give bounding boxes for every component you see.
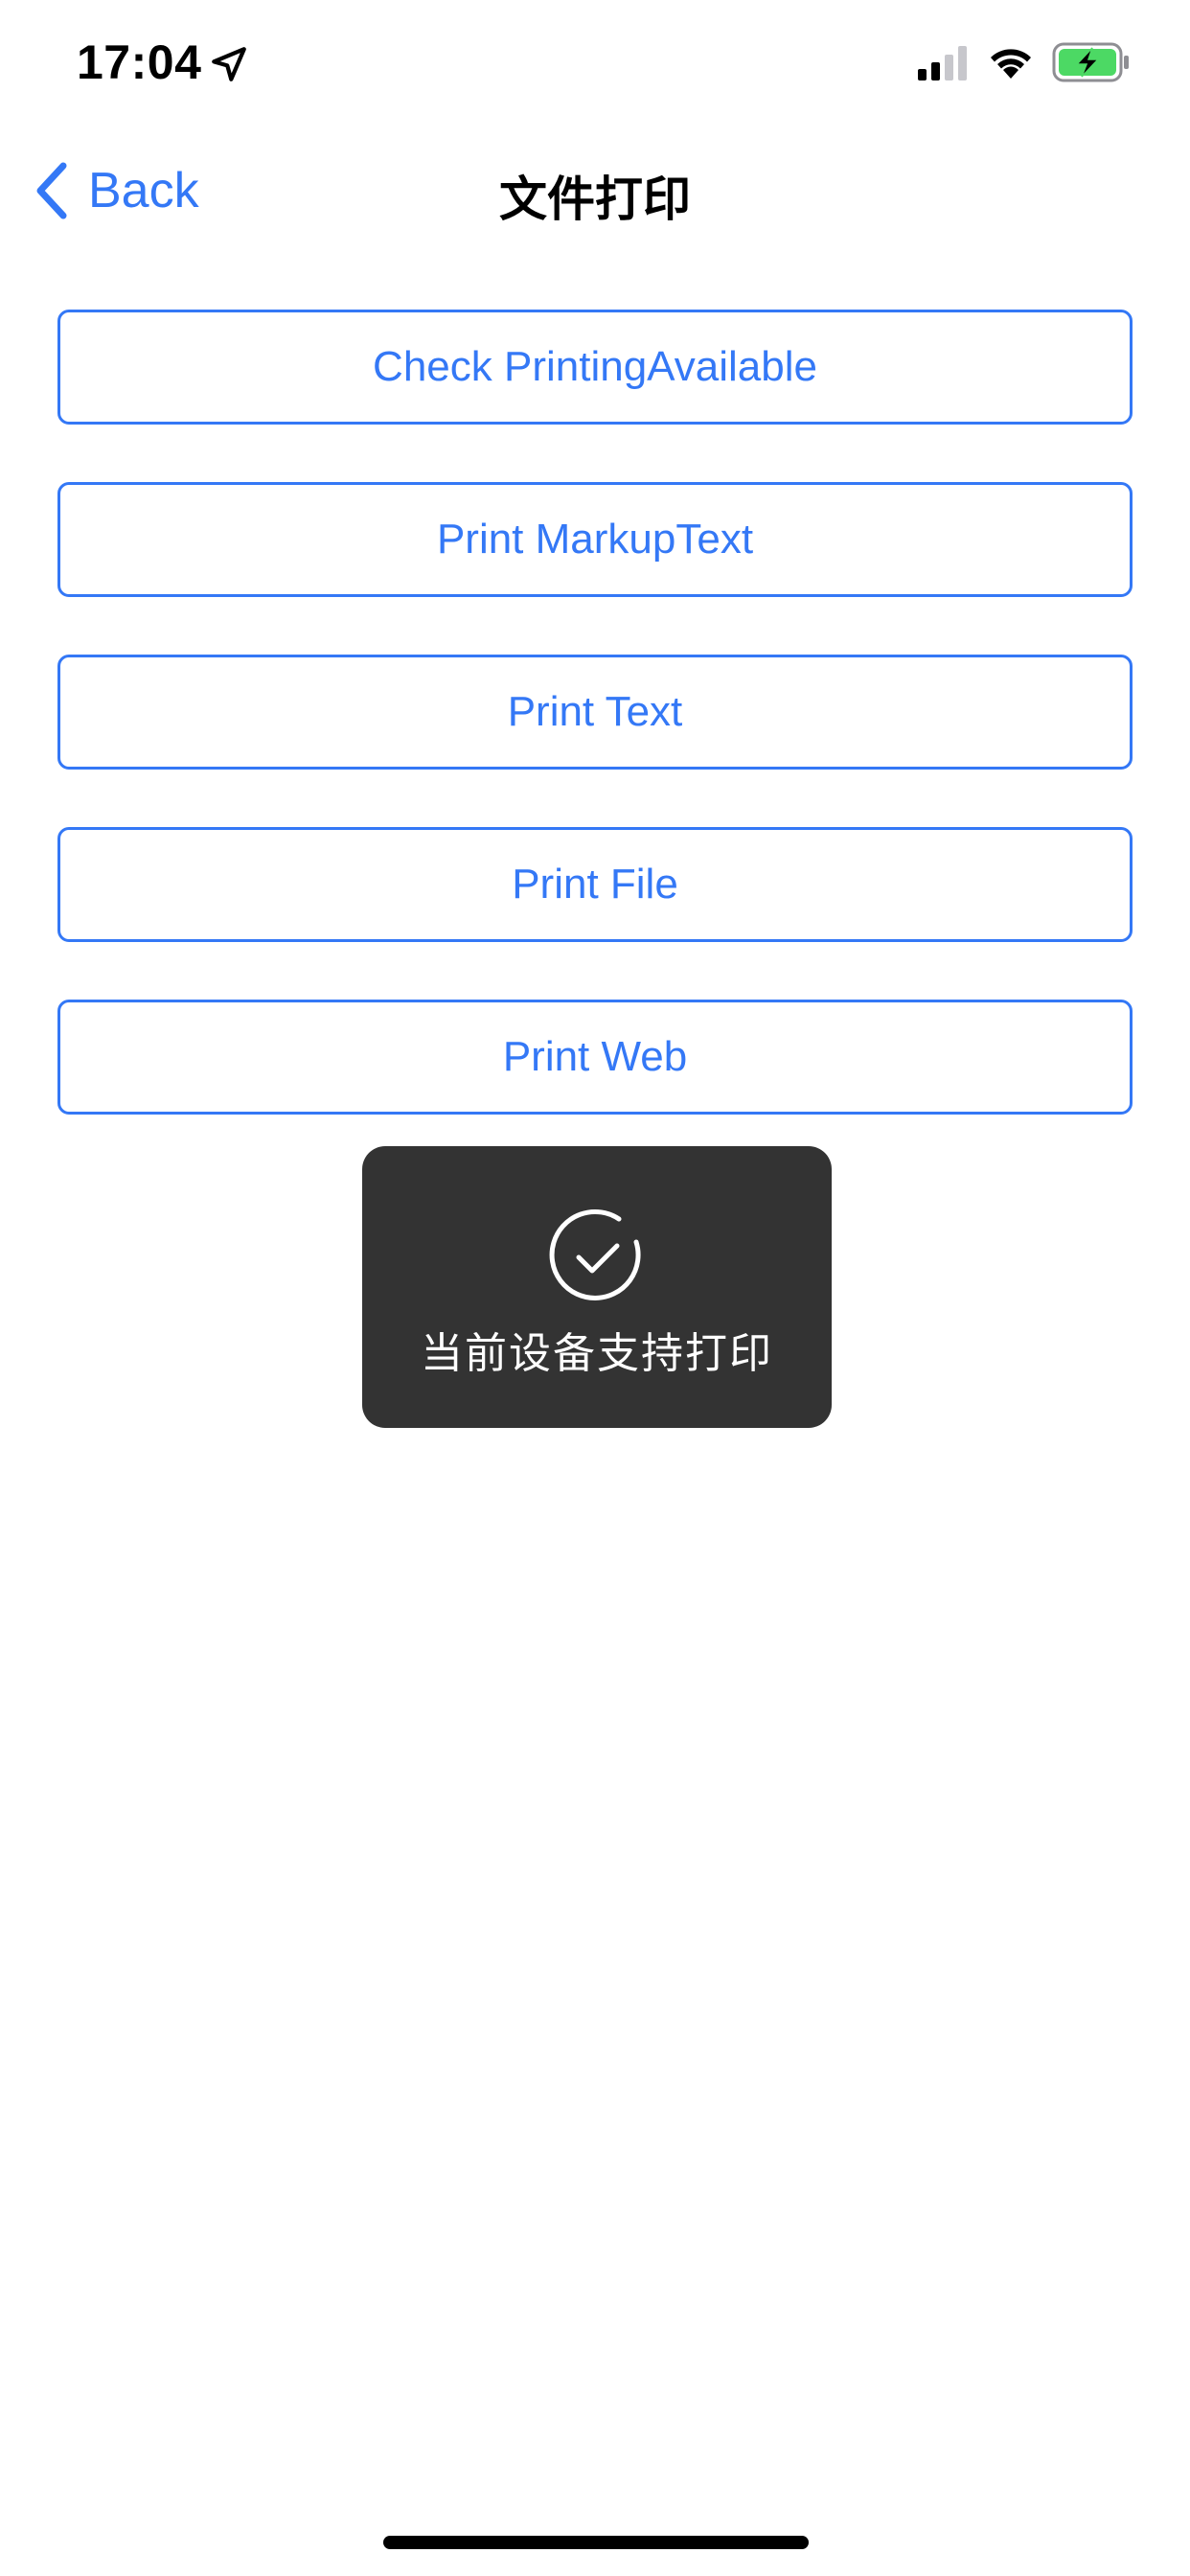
cellular-signal-icon [918,46,967,80]
location-arrow-icon [212,47,246,81]
print-web-button[interactable]: Print Web [57,1000,1133,1115]
print-text-button[interactable]: Print Text [57,655,1133,770]
battery-charging-icon [1052,42,1129,82]
wifi-icon [991,49,1031,79]
checkmark-circle-icon [549,1208,641,1300]
toast-message: 当前设备支持打印 [421,1329,773,1378]
check-printing-available-button[interactable]: Check PrintingAvailable [57,310,1133,425]
page-title: 文件打印 [499,172,691,227]
button-list: Check PrintingAvailable Print MarkupText… [57,310,1133,1172]
success-toast: 当前设备支持打印 [362,1146,832,1428]
status-time: 17:04 [77,35,202,89]
home-indicator[interactable] [383,2536,809,2549]
status-bar: 17:04 [0,0,1190,134]
print-markup-text-button[interactable]: Print MarkupText [57,482,1133,597]
print-file-button[interactable]: Print File [57,827,1133,942]
navigation-bar: Back 文件打印 [0,134,1190,249]
